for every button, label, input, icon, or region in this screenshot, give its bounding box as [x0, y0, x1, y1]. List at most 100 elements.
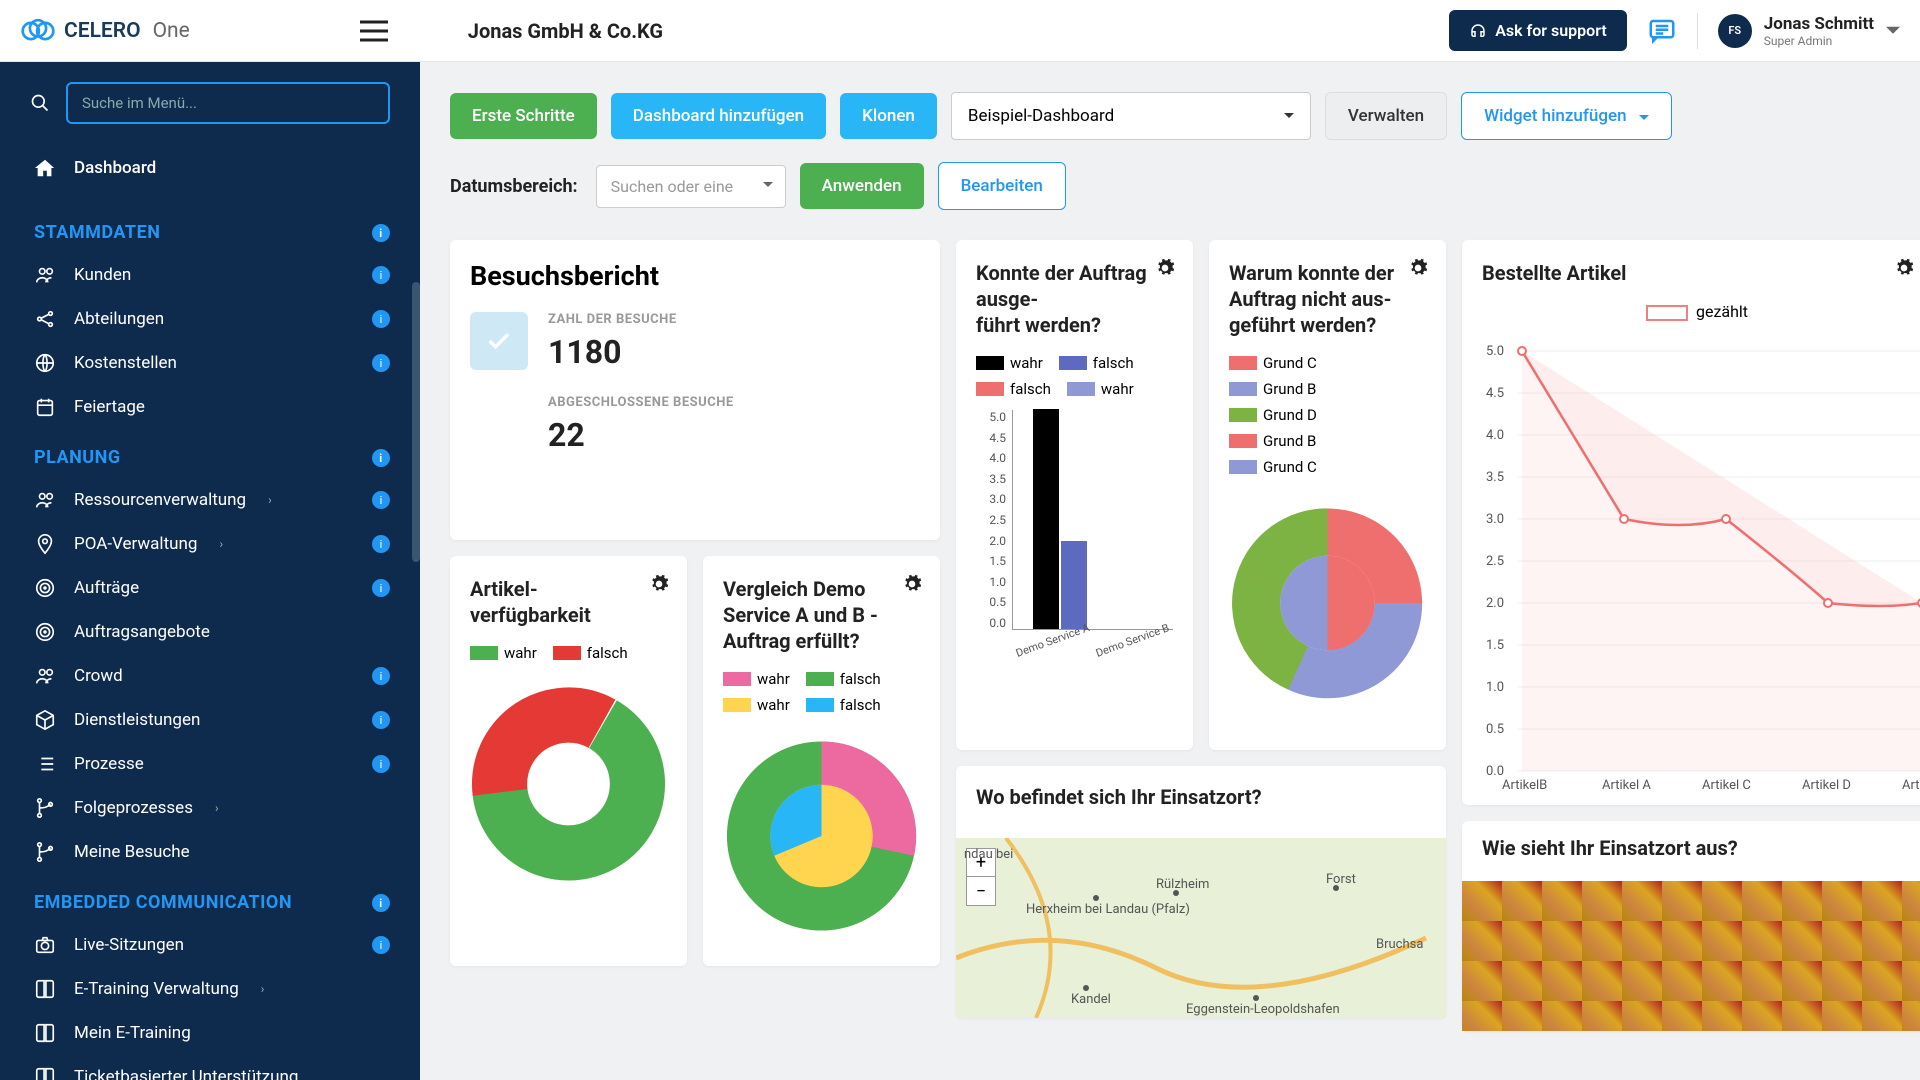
svg-text:0.5: 0.5: [1486, 722, 1504, 737]
logo[interactable]: CELERO One: [20, 17, 190, 45]
nav-icon: [34, 665, 56, 687]
add-widget-button[interactable]: Widget hinzufügen: [1461, 92, 1672, 140]
brand-suffix: One: [153, 19, 190, 43]
info-icon[interactable]: i: [372, 449, 390, 467]
info-icon[interactable]: i: [372, 266, 390, 284]
info-icon[interactable]: i: [372, 491, 390, 509]
legend: gezählt: [1482, 302, 1912, 321]
clone-button[interactable]: Klonen: [840, 93, 937, 139]
info-icon[interactable]: i: [372, 354, 390, 372]
caret-down-icon: [763, 182, 773, 188]
sidebar-item[interactable]: E-Training Verwaltung›: [0, 967, 420, 1011]
dashboard-select[interactable]: Beispiel-Dashboard: [951, 92, 1311, 140]
map[interactable]: + − Herxheim bei Landau (Pfalz) Rülzheim…: [956, 838, 1446, 1018]
svg-text:Rülzheim: Rülzheim: [1156, 877, 1209, 892]
bar-chart: 5.04.54.03.53.02.52.01.51.00.50.0 Demo S…: [976, 410, 1173, 670]
support-button[interactable]: Ask for support: [1449, 10, 1627, 51]
headset-icon: [1469, 22, 1487, 40]
search-icon[interactable]: [30, 93, 50, 113]
sidebar-item[interactable]: Abteilungeni: [0, 297, 420, 341]
info-icon[interactable]: i: [372, 579, 390, 597]
gear-icon[interactable]: [1894, 258, 1914, 278]
widget-title: Besuchsbericht: [470, 260, 920, 292]
widget-title: Wie sieht Ihr Einsatzort aus?: [1462, 821, 1920, 871]
svg-text:3.5: 3.5: [1486, 470, 1504, 485]
sidebar-item[interactable]: Kundeni: [0, 253, 420, 297]
widget-title: Bestellte Artikel: [1482, 260, 1912, 286]
line-chart: 0.00.51.01.52.02.53.03.54.04.55.0 Artike…: [1482, 331, 1920, 791]
gear-icon[interactable]: [1155, 258, 1175, 278]
nav-icon: [34, 308, 56, 330]
pie-chart: [723, 736, 920, 936]
user-menu[interactable]: FS Jonas Schmitt Super Admin: [1718, 14, 1900, 48]
daterange-input[interactable]: Suchen oder eine: [596, 165, 786, 208]
sidebar-item[interactable]: Prozessei: [0, 742, 420, 786]
info-icon[interactable]: i: [372, 224, 390, 242]
widget-map: Wo befindet sich Ihr Einsatzort? + − Her…: [956, 766, 1446, 1018]
sidebar-item[interactable]: Folgeprozesses›: [0, 786, 420, 830]
chat-icon[interactable]: [1647, 16, 1677, 46]
svg-text:Artikel E: Artikel E: [1902, 778, 1920, 791]
gear-icon[interactable]: [1408, 258, 1428, 278]
svg-text:2.0: 2.0: [1486, 596, 1504, 611]
chevron-down-icon: [1886, 24, 1900, 38]
sidebar: Dashboard STAMMDATENiKundeniAbteilungeni…: [0, 62, 420, 1080]
add-dashboard-button[interactable]: Dashboard hinzufügen: [611, 93, 826, 139]
location-photo: [1462, 881, 1920, 1031]
info-icon[interactable]: i: [372, 711, 390, 729]
info-icon[interactable]: i: [372, 894, 390, 912]
widget-title: Wo befindet sich Ihr Einsatzort?: [956, 766, 1446, 822]
sidebar-item[interactable]: Auftragsangebote: [0, 610, 420, 654]
first-steps-button[interactable]: Erste Schritte: [450, 93, 597, 139]
user-name: Jonas Schmitt: [1764, 14, 1874, 34]
caret-down-icon: [1639, 115, 1649, 121]
widget-title: Vergleich Demo Service A und B - Auftrag…: [723, 576, 920, 654]
sidebar-item[interactable]: Ticketbasierter Unterstützung: [0, 1055, 420, 1080]
sidebar-item-dashboard[interactable]: Dashboard: [0, 146, 420, 190]
sidebar-item[interactable]: Live-Sitzungeni: [0, 923, 420, 967]
sidebar-group-header: PLANUNGi: [0, 429, 420, 478]
sidebar-item[interactable]: Crowdi: [0, 654, 420, 698]
svg-text:Artikel C: Artikel C: [1702, 778, 1751, 791]
brand-name: CELERO: [64, 19, 141, 43]
info-icon[interactable]: i: [372, 535, 390, 553]
widget-why-not: Warum konnte der Auftrag nicht aus- gefü…: [1209, 240, 1446, 750]
hamburger-icon[interactable]: [360, 20, 388, 42]
info-icon[interactable]: i: [372, 755, 390, 773]
sidebar-item[interactable]: Aufträgei: [0, 566, 420, 610]
sidebar-item[interactable]: Kostenstelleni: [0, 341, 420, 385]
gear-icon[interactable]: [649, 574, 669, 594]
nav-icon: [34, 978, 56, 1000]
nav-icon: [34, 621, 56, 643]
svg-text:Herxheim bei Landau (Pfalz): Herxheim bei Landau (Pfalz): [1026, 902, 1190, 917]
legend: wahrfalschfalschwahr: [976, 354, 1173, 398]
sidebar-item[interactable]: Mein E-Training: [0, 1011, 420, 1055]
info-icon[interactable]: i: [372, 936, 390, 954]
nav-icon: [34, 489, 56, 511]
nav-icon: [34, 709, 56, 731]
info-icon[interactable]: i: [372, 310, 390, 328]
svg-text:0.0: 0.0: [1486, 764, 1504, 779]
sidebar-item[interactable]: Meine Besuche: [0, 830, 420, 874]
sidebar-item[interactable]: Feiertage: [0, 385, 420, 429]
info-icon[interactable]: i: [372, 667, 390, 685]
menu-search-input[interactable]: [66, 82, 390, 124]
apply-button[interactable]: Anwenden: [800, 163, 924, 209]
manage-button[interactable]: Verwalten: [1325, 92, 1447, 140]
donut-chart: [470, 684, 667, 884]
widget-compare: Vergleich Demo Service A und B - Auftrag…: [703, 556, 940, 966]
sidebar-item[interactable]: POA-Verwaltung›i: [0, 522, 420, 566]
svg-text:Artikel A: Artikel A: [1602, 778, 1651, 791]
sidebar-item[interactable]: Ressourcenverwaltung›i: [0, 478, 420, 522]
gear-icon[interactable]: [902, 574, 922, 594]
sidebar-item[interactable]: Dienstleistungeni: [0, 698, 420, 742]
daterange-row: Datumsbereich: Suchen oder eine Anwenden…: [450, 162, 1900, 210]
widget-ordered-items: Bestellte Artikel gezählt 0.00.51.01.52.…: [1462, 240, 1920, 805]
company-name: Jonas GmbH & Co.KG: [468, 19, 663, 43]
nav-icon: [34, 533, 56, 555]
svg-text:1.0: 1.0: [1486, 680, 1504, 695]
main-content: Erste Schritte Dashboard hinzufügen Klon…: [420, 62, 1920, 1080]
edit-button[interactable]: Bearbeiten: [938, 162, 1066, 210]
nav-icon: [34, 753, 56, 775]
widget-visit-report: Besuchsbericht ZAHL DER BESUCHE 1180 ABG…: [450, 240, 940, 540]
